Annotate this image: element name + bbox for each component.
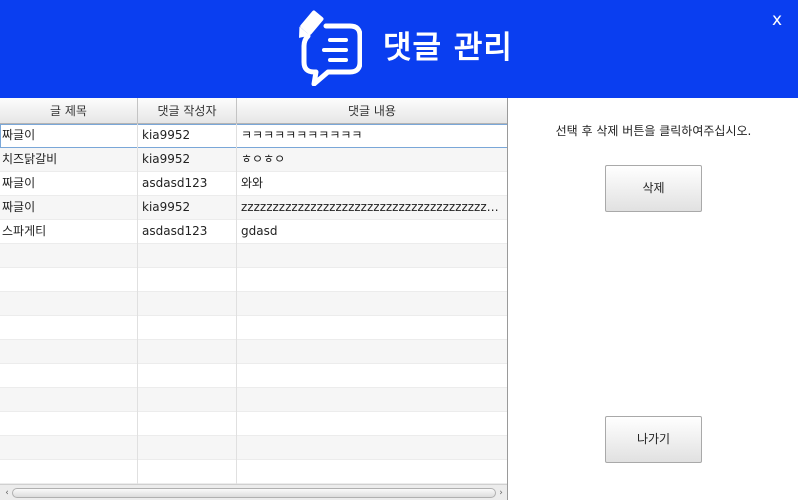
empty-table-row: [0, 268, 507, 292]
empty-table-row: [0, 340, 507, 364]
column-header-post-title[interactable]: 글 제목: [0, 98, 138, 124]
page-title: 댓글 관리: [383, 30, 513, 66]
cell-post-title: 스파게티: [0, 220, 138, 244]
cell-comment-author: kia9952: [138, 148, 237, 172]
cell-comment-author: kia9952: [138, 124, 237, 148]
cell-comment-author: asdasd123: [138, 220, 237, 244]
cell-post-title: 치즈닭갈비: [0, 148, 138, 172]
cell-comment-content: gdasd: [241, 224, 278, 238]
action-panel: 선택 후 삭제 버튼을 클릭하여주십시오. 삭제 나가기: [509, 98, 798, 500]
exit-button[interactable]: 나가기: [605, 416, 702, 463]
comment-table: 글 제목 댓글 작성자 댓글 내용 짜글이 kia9952 ㅋㅋㅋㅋㅋㅋㅋㅋㅋㅋ…: [0, 98, 508, 500]
table-row[interactable]: 짜글이 asdasd123 와와: [0, 172, 507, 196]
cell-comment-author: kia9952: [138, 196, 237, 220]
empty-table-row: [0, 364, 507, 388]
instruction-text: 선택 후 삭제 버튼을 클릭하여주십시오.: [555, 124, 752, 138]
empty-table-row: [0, 388, 507, 412]
table-row[interactable]: 짜글이 kia9952 zzzzzzzzzzzzzzzzzzzzzzzzzzzz…: [0, 196, 507, 220]
table-row[interactable]: 스파게티 asdasd123 gdasd: [0, 220, 507, 244]
close-button[interactable]: x: [764, 6, 790, 34]
cell-comment-content: 와와: [241, 176, 264, 190]
cell-post-title: 짜글이: [0, 124, 138, 148]
cell-comment-content: zzzzzzzzzzzzzzzzzzzzzzzzzzzzzzzzzzzzzzzz…: [241, 200, 507, 214]
column-header-comment-content[interactable]: 댓글 내용: [237, 98, 507, 124]
cell-post-title: 짜글이: [0, 172, 138, 196]
empty-table-row: [0, 412, 507, 436]
empty-table-row: [0, 316, 507, 340]
table-header: 글 제목 댓글 작성자 댓글 내용: [0, 98, 507, 124]
table-row[interactable]: 짜글이 kia9952 ㅋㅋㅋㅋㅋㅋㅋㅋㅋㅋㅋ: [0, 124, 507, 148]
delete-button[interactable]: 삭제: [605, 165, 702, 212]
cell-comment-author: asdasd123: [138, 172, 237, 196]
empty-table-row: [0, 244, 507, 268]
comment-management-window: 댓글 관리 x 글 제목 댓글 작성자 댓글 내용 짜글이 kia9952 ㅋㅋ…: [0, 0, 798, 500]
empty-table-row: [0, 436, 507, 460]
scroll-right-icon[interactable]: ›: [495, 487, 507, 499]
empty-table-row: [0, 460, 507, 484]
table-row[interactable]: 치즈닭갈비 kia9952 ㅎㅇㅎㅇ: [0, 148, 507, 172]
column-header-comment-author[interactable]: 댓글 작성자: [138, 98, 237, 124]
cell-post-title: 짜글이: [0, 196, 138, 220]
header-bar: 댓글 관리 x: [0, 0, 798, 98]
comment-edit-icon: [299, 10, 362, 86]
cell-comment-content: ㅎㅇㅎㅇ: [241, 152, 286, 166]
cell-comment-content: ㅋㅋㅋㅋㅋㅋㅋㅋㅋㅋㅋ: [241, 128, 363, 142]
horizontal-scrollbar[interactable]: ‹ ›: [0, 484, 507, 500]
empty-table-row: [0, 292, 507, 316]
scrollbar-thumb[interactable]: [12, 488, 496, 498]
